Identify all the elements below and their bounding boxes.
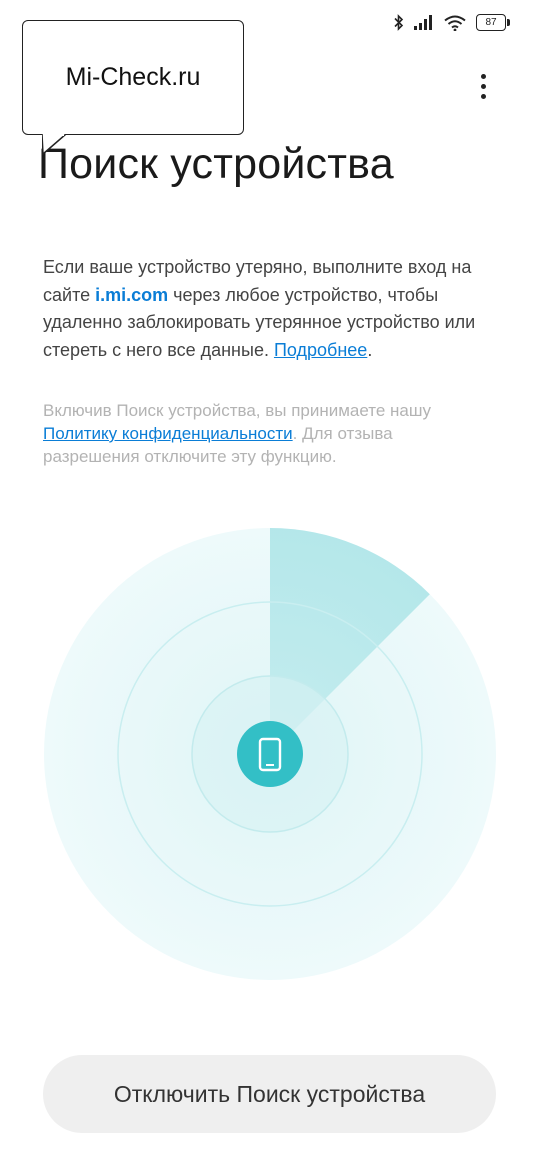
watermark-text: Mi-Check.ru [65,63,201,91]
learn-more-link[interactable]: Подробнее [274,340,367,360]
wifi-icon [444,15,466,31]
battery-level: 87 [485,17,497,28]
bluetooth-icon [394,14,404,31]
radar-illustration [44,528,496,980]
battery-icon: 87 [476,14,510,31]
site-link[interactable]: i.mi.com [95,285,168,305]
radar-center [237,721,303,787]
status-icons: 87 [394,14,510,31]
more-options-button[interactable] [468,68,498,104]
privacy-note: Включив Поиск устройства, вы принимаете … [43,401,432,466]
watermark-bubble: Mi-Check.ru [22,20,244,135]
description-text: Если ваше устройство утеряно, выполните … [43,257,476,360]
more-vertical-icon [480,73,486,79]
disable-find-device-button[interactable]: Отключить Поиск устройства [43,1055,496,1133]
page-title: Поиск устройства [38,140,394,188]
privacy-policy-link[interactable]: Политику конфиденциальности [43,424,293,443]
signal-icon [414,15,432,30]
bubble-tail [42,134,67,156]
